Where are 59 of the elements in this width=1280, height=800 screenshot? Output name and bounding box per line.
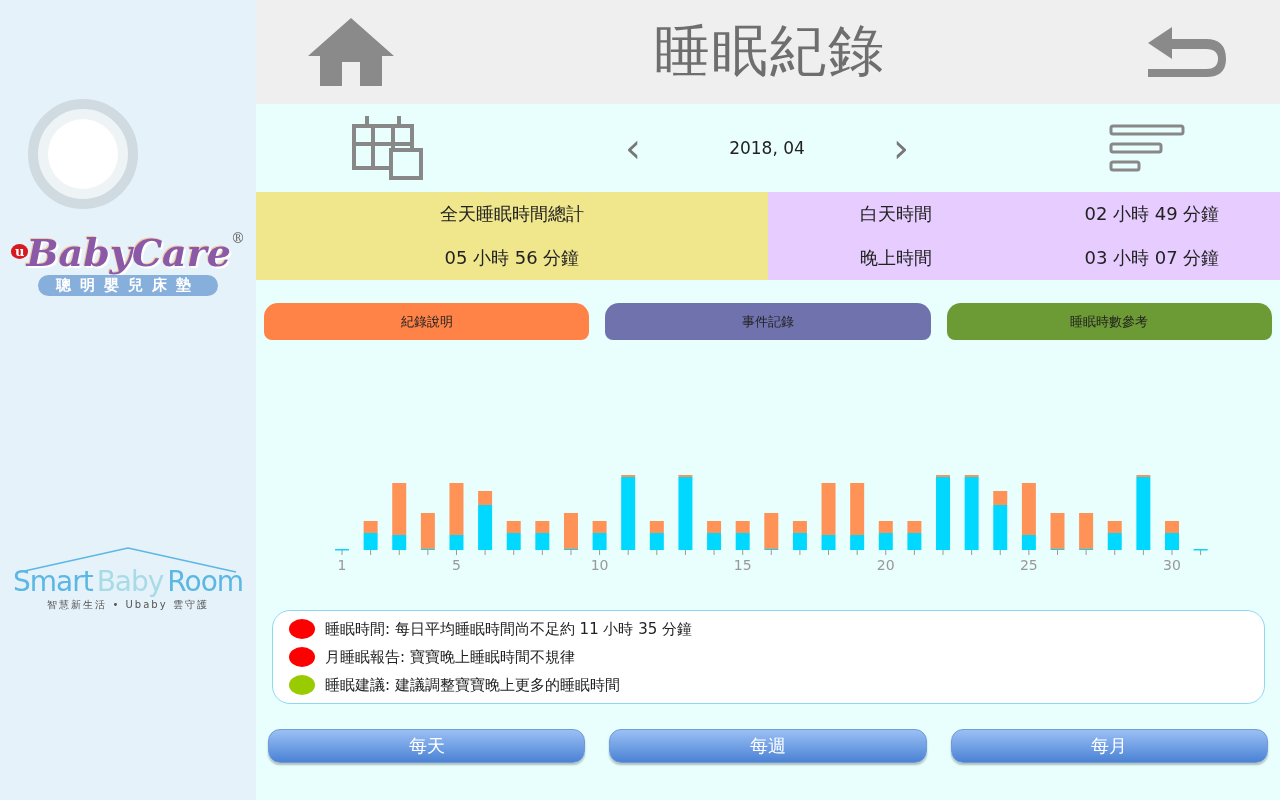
sleep-bar <box>878 521 893 550</box>
period-button[interactable]: 每天 <box>268 729 586 763</box>
sleep-bar <box>449 483 464 550</box>
axis-label: 25 <box>1019 557 1038 573</box>
sleep-bar <box>792 521 807 550</box>
axis-label: 20 <box>876 557 895 573</box>
sleep-bar <box>420 513 435 550</box>
room-logo-word: Baby <box>96 565 164 598</box>
next-month-button[interactable]: › <box>883 128 919 168</box>
period-value: 03 小時 07 分鐘 <box>1084 246 1220 270</box>
sleep-bar <box>850 483 865 550</box>
period-value: 02 小時 49 分鐘 <box>1084 202 1220 226</box>
info-tab[interactable]: 睡眠時數參考 <box>946 303 1272 340</box>
home-icon[interactable] <box>308 18 394 86</box>
period-button[interactable]: 每週 <box>609 729 927 763</box>
room-logo-word: Smart <box>12 565 93 598</box>
info-tab[interactable]: 紀錄說明 <box>264 303 590 340</box>
axis-label: 1 <box>337 557 347 573</box>
total-sleep-label: 全天睡眠時間總計 <box>440 202 584 226</box>
axis-label: 10 <box>590 557 609 573</box>
sleep-bar <box>1050 513 1065 550</box>
sleep-bar <box>735 521 750 550</box>
info-tab[interactable]: 事件記錄 <box>605 303 931 340</box>
room-tagline: 智慧新生活 • Ubaby 雲守護 <box>47 598 209 612</box>
axis-label: 15 <box>733 557 752 573</box>
axis-label: 30 <box>1163 557 1181 573</box>
note-text: 月睡眠報告: 寶寶晚上睡眠時間不規律 <box>325 647 575 667</box>
sleep-bar <box>907 521 922 550</box>
sleep-bar <box>506 521 521 550</box>
list-icon[interactable] <box>1109 124 1185 172</box>
axis-label: 5 <box>452 557 461 573</box>
period-label: 白天時間 <box>860 202 932 226</box>
page-title: 睡眠紀錄 <box>654 17 886 85</box>
sleep-bar <box>392 483 407 550</box>
note-text: 睡眠建議: 建議調整寶寶晚上更多的睡眠時間 <box>325 675 620 695</box>
total-sleep-value: 05 小時 56 分鐘 <box>444 246 580 270</box>
sleep-bar <box>821 483 836 550</box>
sleep-bar <box>993 491 1008 550</box>
brand-tagline: 聰明嬰兒床墊 <box>38 275 218 296</box>
sleep-bar <box>1165 521 1179 550</box>
month-label: 2018, 04 <box>728 138 806 158</box>
sleep-bar <box>764 513 779 550</box>
sleep-bar <box>1021 483 1036 550</box>
sleep-bar <box>1079 513 1094 550</box>
sleep-bar <box>707 521 722 550</box>
sleep-bar <box>535 521 550 550</box>
back-arrow-icon[interactable] <box>1146 25 1228 79</box>
room-logo-word: Room <box>167 565 244 598</box>
sleep-bar <box>1107 521 1122 550</box>
sleep-bar <box>363 521 378 550</box>
previous-month-button[interactable]: ‹ <box>615 128 651 168</box>
period-label: 晚上時間 <box>860 246 932 270</box>
sleep-bar <box>563 513 578 550</box>
period-button[interactable]: 每月 <box>950 729 1268 763</box>
sleep-bar <box>592 521 607 550</box>
note-text: 睡眠時間: 每日平均睡眠時間尚不足約 11 小時 35 分鐘 <box>325 619 693 639</box>
calendar-icon[interactable] <box>351 114 425 182</box>
sleep-bar <box>649 521 664 550</box>
sleep-bar <box>478 491 493 550</box>
